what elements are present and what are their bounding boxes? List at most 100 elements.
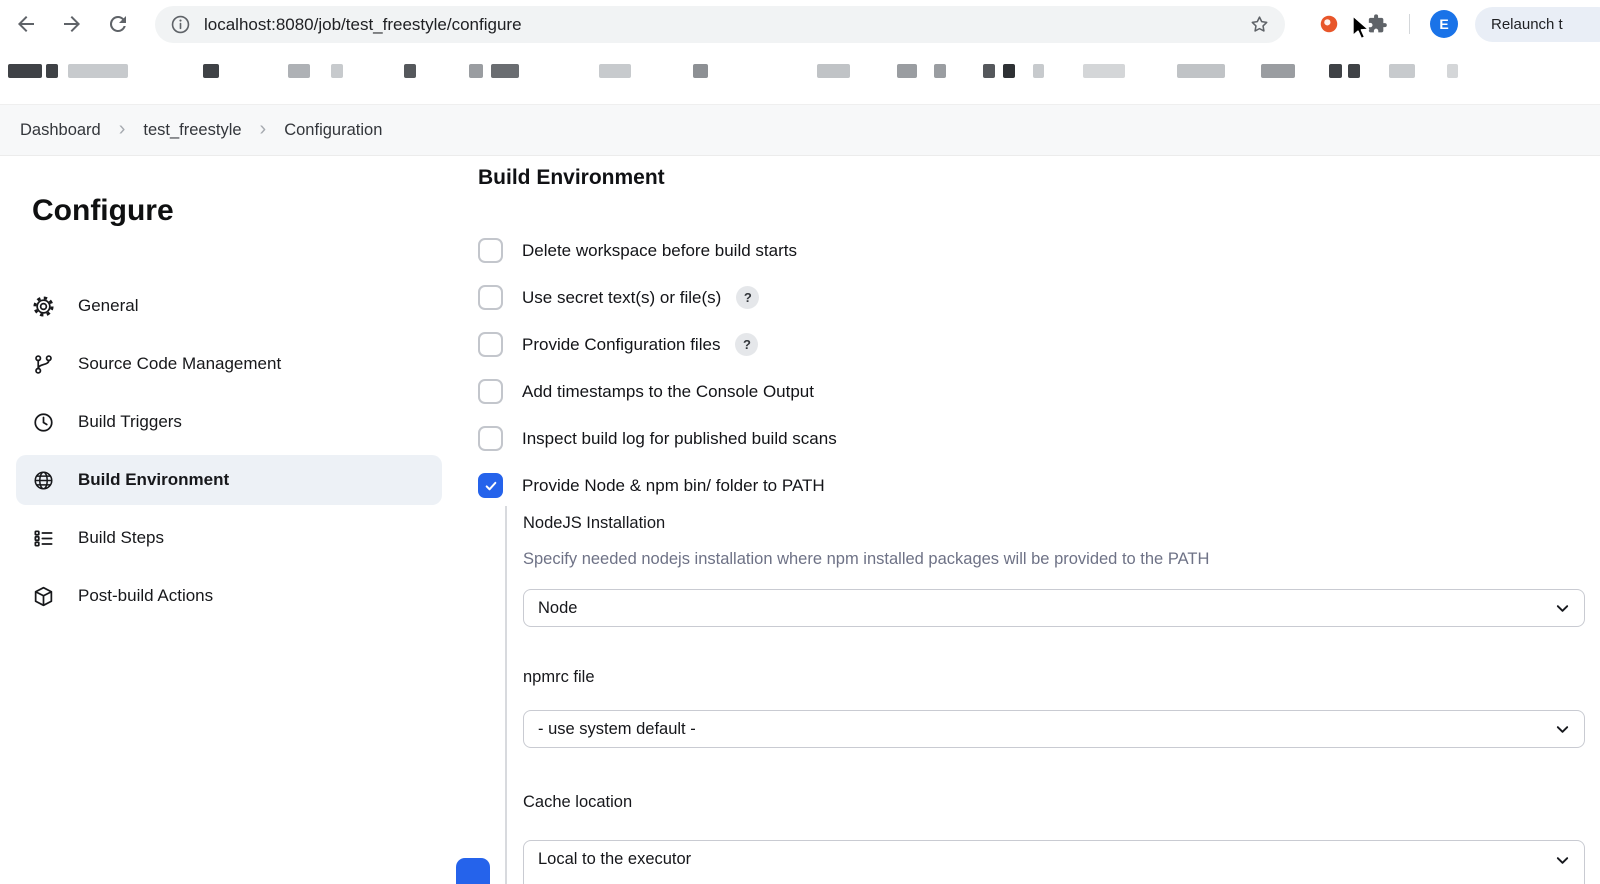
sidebar-item-source-code-management[interactable]: Source Code Management bbox=[16, 339, 442, 389]
checkbox-row[interactable]: Provide Node & npm bin/ folder to PATH bbox=[478, 473, 837, 498]
checkbox-row[interactable]: Use secret text(s) or file(s)? bbox=[478, 285, 837, 310]
package-icon bbox=[32, 585, 55, 608]
chevron-down-icon bbox=[1555, 601, 1570, 616]
bookmark-placeholder[interactable] bbox=[404, 64, 416, 78]
sidebar-item-label: Source Code Management bbox=[78, 354, 282, 373]
checkbox-list: Delete workspace before build starts Use … bbox=[478, 238, 837, 498]
nodejs-installation-help-text: Specify needed nodejs installation where… bbox=[523, 550, 1210, 568]
breadcrumb: Dashboard › test_freestyle › Configurati… bbox=[0, 104, 1600, 156]
checkbox-label: Delete workspace before build starts bbox=[522, 240, 797, 260]
section-heading: Build Environment bbox=[478, 166, 665, 189]
bookmark-placeholder[interactable] bbox=[331, 64, 343, 78]
help-icon[interactable]: ? bbox=[735, 333, 759, 356]
sidebar-item-label: Build Steps bbox=[78, 528, 164, 547]
checkbox-unchecked[interactable] bbox=[478, 238, 503, 263]
globe-icon bbox=[32, 469, 55, 492]
nodejs-config-section: NodeJS Installation Specify needed nodej… bbox=[505, 506, 1600, 884]
checkbox-row[interactable]: Inspect build log for published build sc… bbox=[478, 426, 837, 451]
git-branch-icon bbox=[32, 353, 55, 376]
bookmark-star-icon[interactable] bbox=[1248, 13, 1271, 36]
sidebar-item-label: Build Environment bbox=[78, 470, 230, 489]
npmrc-file-select[interactable]: - use system default - bbox=[523, 710, 1585, 748]
relaunch-button[interactable]: Relaunch t bbox=[1475, 7, 1600, 42]
bookmark-placeholder[interactable] bbox=[934, 64, 946, 78]
select-value: Node bbox=[538, 598, 578, 617]
bookmark-placeholder[interactable] bbox=[46, 64, 58, 78]
nodejs-installation-select[interactable]: Node bbox=[523, 589, 1585, 627]
cache-location-label: Cache location bbox=[523, 793, 633, 811]
chevron-down-icon bbox=[1555, 722, 1570, 737]
sidebar-item-label: Build Triggers bbox=[78, 412, 182, 431]
browser-toolbar: localhost:8080/job/test_freestyle/config… bbox=[0, 0, 1600, 48]
url-bar[interactable]: localhost:8080/job/test_freestyle/config… bbox=[155, 6, 1285, 43]
bookmark-placeholder[interactable] bbox=[1348, 64, 1360, 78]
checkbox-row[interactable]: Delete workspace before build starts bbox=[478, 238, 837, 263]
cache-location-select[interactable]: Local to the executor bbox=[523, 840, 1585, 884]
checkbox-unchecked[interactable] bbox=[478, 426, 503, 451]
extension-badge-icon[interactable] bbox=[1318, 13, 1340, 35]
sidebar-item-build-steps[interactable]: Build Steps bbox=[16, 513, 442, 563]
sidebar-item-label: General bbox=[78, 296, 139, 315]
bookmark-placeholder[interactable] bbox=[8, 64, 42, 78]
extensions-puzzle-icon[interactable] bbox=[1366, 13, 1388, 35]
save-button[interactable] bbox=[456, 858, 490, 884]
screen: localhost:8080/job/test_freestyle/config… bbox=[0, 0, 1600, 884]
gear-icon bbox=[32, 295, 55, 318]
reload-icon[interactable] bbox=[106, 12, 130, 36]
bookmark-placeholder[interactable] bbox=[1003, 64, 1015, 78]
checkbox-label: Inspect build log for published build sc… bbox=[522, 428, 837, 448]
checkbox-label: Add timestamps to the Console Output bbox=[522, 381, 814, 401]
url-text: localhost:8080/job/test_freestyle/config… bbox=[204, 14, 522, 34]
bookmark-placeholder[interactable] bbox=[817, 64, 850, 78]
bookmark-placeholder[interactable] bbox=[469, 64, 483, 78]
checkbox-checked[interactable] bbox=[478, 473, 503, 498]
bookmark-placeholder[interactable] bbox=[1389, 64, 1415, 78]
page-title: Configure bbox=[32, 194, 174, 227]
checkbox-row[interactable]: Add timestamps to the Console Output bbox=[478, 379, 837, 404]
forward-icon[interactable] bbox=[60, 12, 84, 36]
bookmark-placeholder[interactable] bbox=[68, 64, 128, 78]
bookmark-placeholder[interactable] bbox=[1083, 64, 1125, 78]
checkbox-unchecked[interactable] bbox=[478, 285, 503, 310]
sidebar-item-build-triggers[interactable]: Build Triggers bbox=[16, 397, 442, 447]
checkbox-label: Provide Node & npm bin/ folder to PATH bbox=[522, 475, 825, 495]
toolbar-divider bbox=[1409, 14, 1410, 34]
chevron-right-icon: › bbox=[118, 118, 126, 140]
sidebar-item-post-build-actions[interactable]: Post-build Actions bbox=[16, 571, 442, 621]
sidebar-nav: General Source Code Management Build Trigg… bbox=[16, 281, 442, 621]
bookmark-placeholder[interactable] bbox=[1177, 64, 1225, 78]
profile-avatar[interactable]: E bbox=[1430, 10, 1458, 38]
npmrc-file-label: npmrc file bbox=[523, 668, 595, 686]
bookmark-placeholder[interactable] bbox=[1033, 64, 1044, 78]
checkbox-label: Provide Configuration files bbox=[522, 334, 721, 354]
sidebar-item-build-environment[interactable]: Build Environment bbox=[16, 455, 442, 505]
back-icon[interactable] bbox=[14, 12, 38, 36]
chevron-down-icon bbox=[1555, 853, 1570, 868]
bookmark-placeholder[interactable] bbox=[1261, 64, 1295, 78]
bookmark-placeholder[interactable] bbox=[1447, 64, 1458, 78]
bookmark-placeholder[interactable] bbox=[897, 64, 917, 78]
nodejs-installation-label: NodeJS Installation bbox=[523, 514, 666, 532]
bookmark-placeholder[interactable] bbox=[288, 64, 310, 78]
chevron-right-icon: › bbox=[259, 118, 267, 140]
checkbox-row[interactable]: Provide Configuration files? bbox=[478, 332, 837, 357]
bookmark-placeholder[interactable] bbox=[491, 64, 519, 78]
breadcrumb-configuration: Configuration bbox=[284, 120, 383, 139]
sidebar-item-label: Post-build Actions bbox=[78, 586, 214, 605]
bookmark-placeholder[interactable] bbox=[693, 64, 708, 78]
sidebar-item-general[interactable]: General bbox=[16, 281, 442, 331]
page-info-icon[interactable] bbox=[169, 13, 192, 36]
list-icon bbox=[32, 527, 55, 550]
clock-icon bbox=[32, 411, 55, 434]
checkbox-label: Use secret text(s) or file(s) bbox=[522, 287, 722, 307]
bookmark-placeholder[interactable] bbox=[203, 64, 219, 78]
breadcrumb-job[interactable]: test_freestyle bbox=[143, 121, 241, 140]
bookmark-placeholder[interactable] bbox=[599, 64, 631, 78]
breadcrumb-dashboard[interactable]: Dashboard bbox=[20, 121, 101, 140]
bookmark-placeholder[interactable] bbox=[983, 64, 995, 78]
help-icon[interactable]: ? bbox=[736, 286, 760, 309]
bookmarks-bar bbox=[0, 48, 1600, 92]
bookmark-placeholder[interactable] bbox=[1329, 64, 1342, 78]
checkbox-unchecked[interactable] bbox=[478, 379, 503, 404]
checkbox-unchecked[interactable] bbox=[478, 332, 503, 357]
